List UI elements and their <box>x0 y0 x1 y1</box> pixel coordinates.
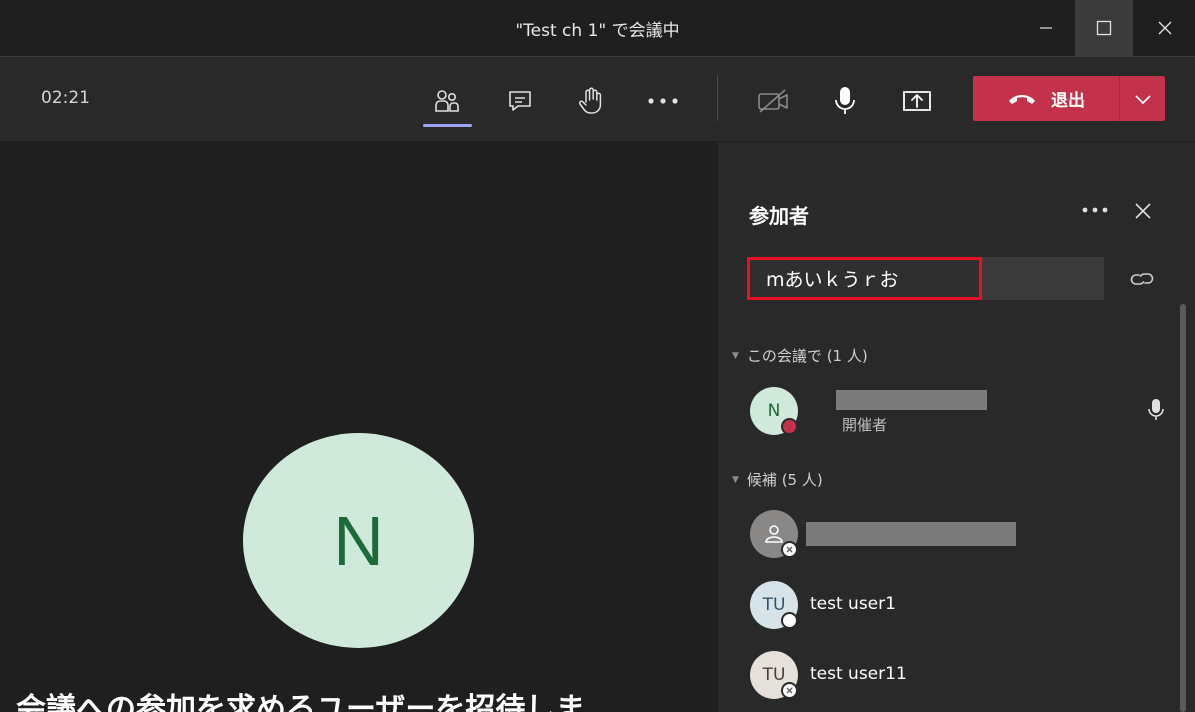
avatar-initial: N <box>333 501 384 580</box>
microphone-icon <box>1148 399 1164 420</box>
phone-hangup-icon <box>1009 94 1035 104</box>
avatar-initials: TU <box>762 595 786 615</box>
panel-title: 参加者 <box>749 204 809 228</box>
avatar-initials: N <box>767 401 781 421</box>
participant-avatar-large: N <box>243 433 474 648</box>
leave-button-group: 退出 <box>973 76 1165 121</box>
maximize-button[interactable] <box>1075 0 1133 56</box>
status-offline-icon <box>781 682 798 699</box>
status-available-icon <box>781 612 798 629</box>
minimize-icon <box>1040 27 1052 29</box>
raise-hand-icon <box>578 87 602 114</box>
panel-more-button[interactable] <box>1080 198 1110 222</box>
people-icon <box>435 90 459 112</box>
more-icon <box>648 98 678 104</box>
window-title: "Test ch 1" で会議中 <box>515 21 680 41</box>
maximize-icon <box>1096 20 1112 36</box>
raise-hand-button[interactable] <box>567 81 615 121</box>
participants-panel: 参加者 ▼ この会議で (1 人) N 開催者 <box>718 142 1195 712</box>
close-icon <box>1158 21 1172 35</box>
redacted-name <box>836 390 987 410</box>
suggested-person-row[interactable]: TU test user11 <box>750 651 1170 701</box>
window-close-button[interactable] <box>1136 0 1194 56</box>
close-icon <box>1135 203 1151 219</box>
participants-button[interactable] <box>423 81 471 121</box>
microphone-icon <box>835 87 855 114</box>
in-meeting-header-label: この会議で (1 人) <box>746 347 868 365</box>
chat-icon <box>509 91 531 111</box>
leave-button[interactable]: 退出 <box>973 76 1119 121</box>
leave-options-button[interactable] <box>1120 76 1165 121</box>
leave-label: 退出 <box>1051 91 1085 111</box>
copy-link-button[interactable] <box>1129 267 1155 291</box>
meeting-stage: N 会議への参加を求めるユーザーを招待しま <box>0 142 717 712</box>
status-busy-icon <box>781 418 798 435</box>
caret-down-icon: ▼ <box>732 474 739 485</box>
in-meeting-section-header[interactable]: ▼ この会議で (1 人) <box>732 345 868 366</box>
status-offline-icon <box>781 541 798 558</box>
more-actions-button[interactable] <box>639 81 687 121</box>
suggestions-header-label: 候補 (5 人) <box>746 471 823 489</box>
meeting-timer: 02:21 <box>41 88 90 108</box>
share-screen-button[interactable] <box>893 81 941 121</box>
suggested-person-row[interactable]: TU test user1 <box>750 581 1170 631</box>
title-bar: "Test ch 1" で会議中 <box>0 0 1195 57</box>
link-icon <box>1130 273 1154 285</box>
redacted-name <box>806 522 1016 546</box>
avatar-initials: TU <box>762 665 786 685</box>
participant-role: 開催者 <box>842 416 888 434</box>
camera-off-icon <box>758 89 788 113</box>
people-search-box <box>747 257 1104 300</box>
share-screen-icon <box>903 91 931 111</box>
more-icon <box>1082 207 1108 213</box>
person-name: test user1 <box>810 594 896 614</box>
chat-button[interactable] <box>496 81 544 121</box>
chevron-down-icon <box>1134 94 1151 104</box>
toolbar-divider <box>717 75 718 121</box>
panel-scrollbar[interactable] <box>1180 304 1186 712</box>
panel-close-button[interactable] <box>1130 198 1156 224</box>
suggested-person-row[interactable] <box>750 510 1170 560</box>
people-search-input[interactable] <box>747 257 982 300</box>
person-icon <box>765 525 783 543</box>
participant-row[interactable]: N 開催者 <box>750 387 1170 437</box>
minimize-button[interactable] <box>1017 0 1075 56</box>
invite-prompt-text: 会議への参加を求めるユーザーを招待しま <box>16 692 586 712</box>
caret-down-icon: ▼ <box>732 350 739 361</box>
person-name: test user11 <box>810 664 907 684</box>
suggestions-section-header[interactable]: ▼ 候補 (5 人) <box>732 469 823 490</box>
active-tab-indicator <box>423 124 472 127</box>
microphone-button[interactable] <box>821 81 869 121</box>
camera-toggle-button[interactable] <box>749 81 797 121</box>
meeting-toolbar: 02:21 退出 <box>0 57 1195 141</box>
